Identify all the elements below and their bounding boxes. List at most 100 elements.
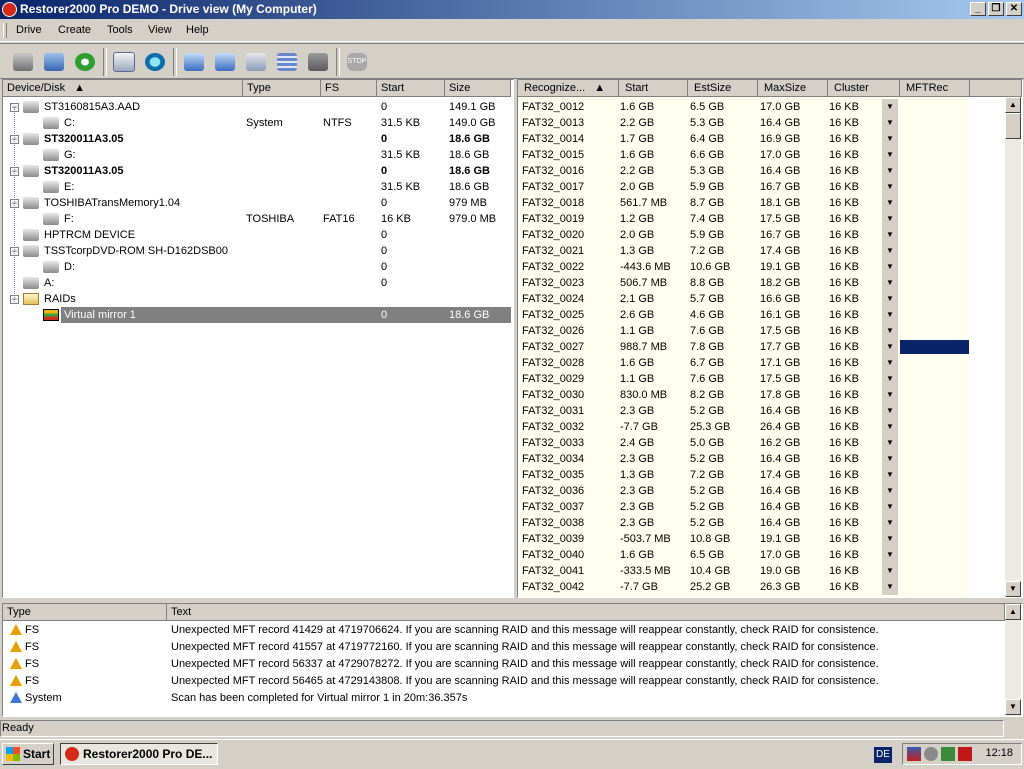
partition-row[interactable]: FAT32_0029 1.1 GB 7.6 GB 17.5 GB 16 KB ▼ [518,371,1004,387]
log-row[interactable]: FS Unexpected MFT record 56465 at 4729143… [3,673,1003,690]
scroll-thumb[interactable] [1005,113,1021,139]
partition-row[interactable]: FAT32_0014 1.7 GB 6.4 GB 16.9 GB 16 KB ▼ [518,131,1004,147]
partition-row[interactable]: FAT32_0042 -7.7 GB 25.2 GB 26.3 GB 16 KB ▼ [518,579,1004,595]
recognized-partitions-pane[interactable]: Recognize... ▲ Start EstSize MaxSize Clu… [517,79,1023,598]
partition-row[interactable]: FAT32_0035 1.3 GB 7.2 GB 17.4 GB 16 KB ▼ [518,467,1004,483]
cluster-dropdown-button[interactable]: ▼ [882,355,898,371]
cluster-dropdown-button[interactable]: ▼ [882,259,898,275]
menu-view[interactable]: View [148,24,172,36]
cluster-dropdown-button[interactable]: ▼ [882,435,898,451]
col-estsize[interactable]: EstSize [688,80,758,97]
col-mftrec[interactable]: MFTRec [900,80,970,97]
partition-row[interactable]: FAT32_0013 2.2 GB 5.3 GB 16.4 GB 16 KB ▼ [518,115,1004,131]
scroll-up-button[interactable]: ▲ [1005,97,1021,113]
disconnect-icon[interactable] [305,49,331,75]
cluster-dropdown-button[interactable]: ▼ [882,451,898,467]
partition-row[interactable]: FAT32_0039 -503.7 MB 10.8 GB 19.1 GB 16 KB ▼ [518,531,1004,547]
col-maxsize[interactable]: MaxSize [758,80,828,97]
partition-row[interactable]: FAT32_0037 2.3 GB 5.2 GB 16.4 GB 16 KB ▼ [518,499,1004,515]
computer-icon[interactable] [10,49,36,75]
menu-help[interactable]: Help [186,24,209,36]
cluster-dropdown-button[interactable]: ▼ [882,99,898,115]
tree-row[interactable]: C: System NTFS 31.5 KB 149.0 GB [3,115,511,131]
tree-row[interactable]: D: 0 [3,259,511,275]
col-cluster[interactable]: Cluster [828,80,900,97]
cluster-dropdown-button[interactable]: ▼ [882,195,898,211]
partition-row[interactable]: FAT32_0028 1.6 GB 6.7 GB 17.1 GB 16 KB ▼ [518,355,1004,371]
language-indicator[interactable]: DE [874,747,892,763]
cluster-dropdown-button[interactable]: ▼ [882,291,898,307]
right-vertical-scrollbar[interactable]: ▲ ▼ [1005,97,1021,597]
cluster-dropdown-button[interactable]: ▼ [882,275,898,291]
partition-row[interactable]: FAT32_0030 830.0 MB 8.2 GB 17.8 GB 16 KB ▼ [518,387,1004,403]
cluster-dropdown-button[interactable]: ▼ [882,467,898,483]
cluster-dropdown-button[interactable]: ▼ [882,131,898,147]
cluster-dropdown-button[interactable]: ▼ [882,531,898,547]
log-vertical-scrollbar[interactable]: ▲ ▼ [1005,604,1021,716]
title-bar[interactable]: Restorer2000 Pro DEMO - Drive view (My C… [0,0,1024,19]
raid-icon[interactable] [274,49,300,75]
partition-row[interactable]: FAT32_0031 2.3 GB 5.2 GB 16.4 GB 16 KB ▼ [518,403,1004,419]
cluster-dropdown-button[interactable]: ▼ [882,147,898,163]
tree-row[interactable]: − ST3160815A3.AAD 0 149.1 GB [3,99,511,115]
cluster-dropdown-button[interactable]: ▼ [882,403,898,419]
copy-icon[interactable] [111,49,137,75]
partition-row[interactable]: FAT32_0023 506.7 MB 8.8 GB 18.2 GB 16 KB ▼ [518,275,1004,291]
partition-row[interactable]: FAT32_0032 -7.7 GB 25.3 GB 26.4 GB 16 KB ▼ [518,419,1004,435]
menu-tools[interactable]: Tools [107,24,133,36]
tree-row[interactable]: − TSSTcorpDVD-ROM SH-D162DSB00 0 [3,243,511,259]
col-type[interactable]: Type [243,80,321,97]
stop-icon[interactable]: STOP [344,49,370,75]
log-row[interactable]: System Scan has been completed for Virtua… [3,690,1003,707]
close-button[interactable]: ✕ [1006,2,1022,16]
tree-row[interactable]: HPTRCM DEVICE 0 [3,227,511,243]
log-scroll-up-button[interactable]: ▲ [1005,604,1021,620]
partition-row[interactable]: FAT32_0027 988.7 MB 7.8 GB 17.7 GB 16 KB ▼ [518,339,1004,355]
cluster-dropdown-button[interactable]: ▼ [882,483,898,499]
partition-row[interactable]: FAT32_0016 2.2 GB 5.3 GB 16.4 GB 16 KB ▼ [518,163,1004,179]
menu-create[interactable]: Create [58,24,91,36]
tree-row[interactable]: − RAIDs [3,291,511,307]
partition-row[interactable]: FAT32_0033 2.4 GB 5.0 GB 16.2 GB 16 KB ▼ [518,435,1004,451]
partition-row[interactable]: FAT32_0034 2.3 GB 5.2 GB 16.4 GB 16 KB ▼ [518,451,1004,467]
partition-row[interactable]: FAT32_0024 2.1 GB 5.7 GB 16.6 GB 16 KB ▼ [518,291,1004,307]
cluster-dropdown-button[interactable]: ▼ [882,163,898,179]
col-fs[interactable]: FS [321,80,377,97]
refresh-icon[interactable] [72,49,98,75]
disk-image-icon[interactable] [181,49,207,75]
device-tree-pane[interactable]: Device/Disk ▲ Type FS Start Size − ST3160… [2,79,514,598]
col-size[interactable]: Size [445,80,511,97]
app-icon[interactable] [2,2,17,17]
tree-row[interactable]: A: 0 [3,275,511,291]
tree-row[interactable]: F: TOSHIBA FAT16 16 KB 979.0 MB [3,211,511,227]
partition-row[interactable]: FAT32_0021 1.3 GB 7.2 GB 17.4 GB 16 KB ▼ [518,243,1004,259]
region-icon[interactable] [243,49,269,75]
tree-row-selected[interactable]: Virtual mirror 1 0 18.6 GB [3,307,511,323]
volume-icon[interactable] [924,747,938,761]
partition-row[interactable]: FAT32_0026 1.1 GB 7.6 GB 17.5 GB 16 KB ▼ [518,323,1004,339]
partition-row[interactable]: FAT32_0036 2.3 GB 5.2 GB 16.4 GB 16 KB ▼ [518,483,1004,499]
partition-row[interactable]: FAT32_0038 2.3 GB 5.2 GB 16.4 GB 16 KB ▼ [518,515,1004,531]
log-col-text[interactable]: Text [167,604,1005,621]
start-button[interactable]: Start [2,743,54,765]
cluster-dropdown-button[interactable]: ▼ [882,323,898,339]
log-row[interactable]: FS Unexpected MFT record 56337 at 4729078… [3,656,1003,673]
cluster-dropdown-button[interactable]: ▼ [882,227,898,243]
tree-row[interactable]: − ST320011A3.05 0 18.6 GB [3,131,511,147]
col-start[interactable]: Start [619,80,688,97]
col-recognized[interactable]: Recognize... ▲ [518,80,619,97]
cluster-dropdown-button[interactable]: ▼ [882,515,898,531]
cluster-dropdown-button[interactable]: ▼ [882,179,898,195]
log-col-type[interactable]: Type [3,604,167,621]
cluster-dropdown-button[interactable]: ▼ [882,371,898,387]
cluster-dropdown-button[interactable]: ▼ [882,307,898,323]
cluster-dropdown-button[interactable]: ▼ [882,499,898,515]
tree-row[interactable]: − TOSHIBATransMemory1.04 0 979 MB [3,195,511,211]
scan-icon[interactable] [142,49,168,75]
disk-open-icon[interactable] [212,49,238,75]
partition-row[interactable]: FAT32_0017 2.0 GB 5.9 GB 16.7 GB 16 KB ▼ [518,179,1004,195]
menu-drive[interactable]: Drive [16,24,42,36]
partition-row[interactable]: FAT32_0040 1.6 GB 6.5 GB 17.0 GB 16 KB ▼ [518,547,1004,563]
scroll-down-button[interactable]: ▼ [1005,581,1021,597]
log-scroll-down-button[interactable]: ▼ [1005,699,1021,715]
